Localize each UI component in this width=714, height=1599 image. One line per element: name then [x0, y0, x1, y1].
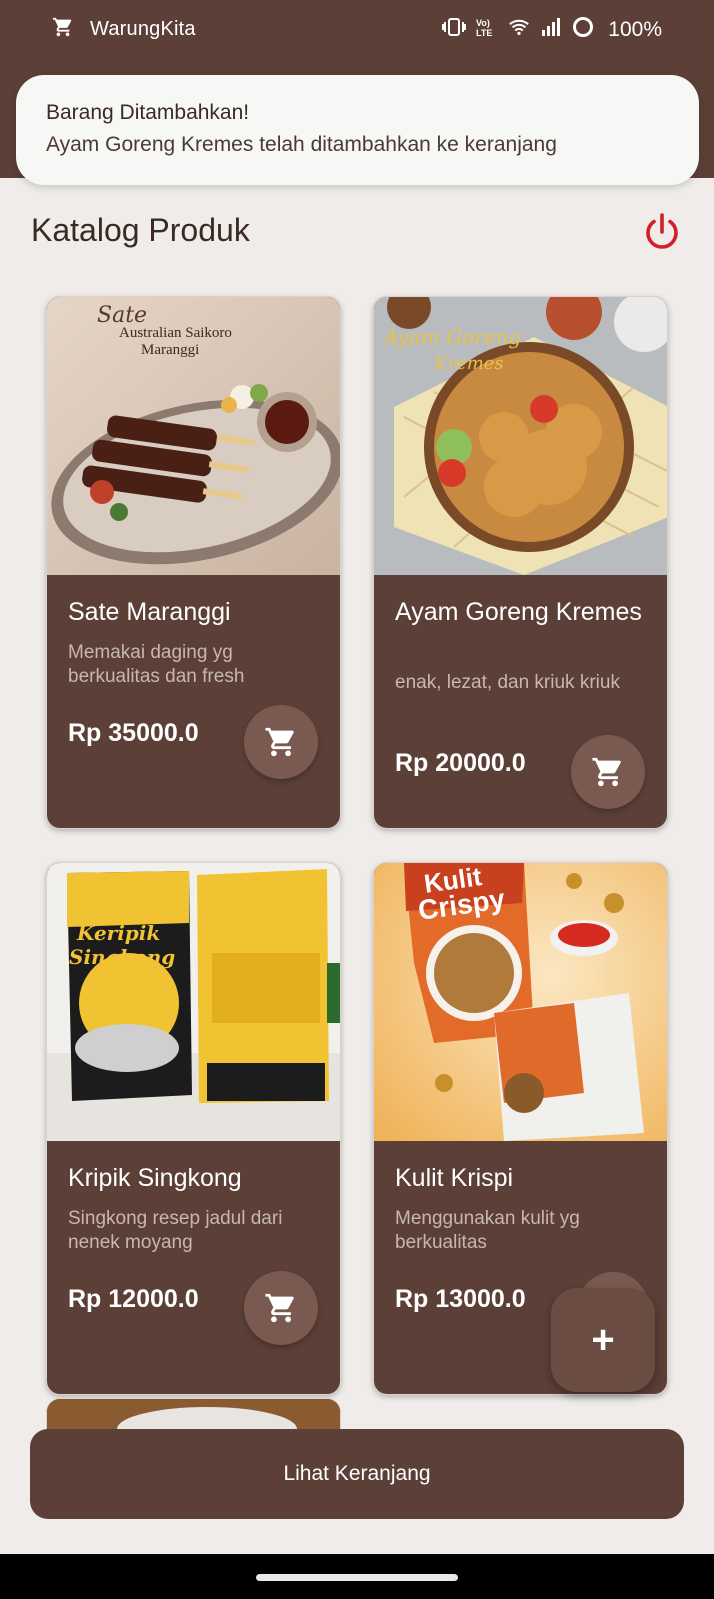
product-card[interactable]: Ayam Goreng Kremes Ayam Goreng Kremes en… — [373, 296, 668, 829]
plus-icon: + — [591, 1317, 615, 1362]
product-card[interactable]: Sate Australian Saikoro Maranggi Sate Ma… — [46, 296, 341, 829]
product-price: Rp 35000.0 — [68, 719, 199, 747]
svg-text:Vo): Vo) — [476, 18, 490, 28]
cart-icon — [592, 757, 621, 787]
add-to-cart-button[interactable] — [244, 1271, 318, 1345]
cart-status-icon — [52, 16, 74, 43]
system-nav-bar — [0, 1554, 714, 1599]
image-caption: Keripik — [77, 921, 161, 945]
logout-button[interactable] — [640, 210, 684, 254]
product-image-kulit: Kulit Crispy — [374, 863, 667, 1141]
status-right: Vo) LTE 100% — [442, 16, 662, 44]
home-gesture-handle[interactable] — [256, 1574, 458, 1581]
product-image-sate: Sate Australian Saikoro Maranggi — [47, 297, 340, 575]
add-to-cart-button[interactable] — [571, 735, 645, 809]
image-caption: Australian Saikoro — [119, 325, 232, 341]
view-cart-label: Lihat Keranjang — [283, 1462, 431, 1485]
wifi-icon — [508, 17, 530, 43]
signal-icon — [540, 17, 562, 43]
image-caption: Singkong — [69, 945, 176, 969]
status-left: WarungKita — [52, 16, 196, 43]
view-cart-button[interactable]: Lihat Keranjang — [30, 1429, 684, 1519]
image-caption: Kremes — [434, 353, 504, 374]
product-description: Memakai daging yg berkualitas dan fresh — [68, 642, 245, 687]
product-name: Ayam Goreng Kremes — [395, 598, 642, 626]
product-description: Menggunakan kulit yg berkualitas — [395, 1208, 580, 1253]
screen: WarungKita Vo) LTE 100% Barang Ditambahka… — [0, 0, 714, 1599]
image-caption: Ayam Goreng — [384, 325, 522, 349]
product-price: Rp 12000.0 — [68, 1285, 199, 1313]
product-image-kripik: Keripik Singkong — [47, 863, 340, 1141]
product-card[interactable]: Keripik Singkong Kripik Singkong Singkon… — [46, 862, 341, 1395]
status-bar: WarungKita Vo) LTE 100% — [0, 0, 714, 60]
page-title: Katalog Produk — [31, 212, 250, 248]
add-product-fab[interactable]: + — [551, 1288, 655, 1392]
product-name: Sate Maranggi — [68, 598, 231, 626]
notification-title: Barang Ditambahkan! — [46, 101, 250, 124]
product-price: Rp 20000.0 — [395, 749, 526, 777]
product-image-ayam: Ayam Goreng Kremes — [374, 297, 667, 575]
cart-icon — [265, 1293, 294, 1323]
power-icon — [646, 213, 678, 249]
volte-icon: Vo) LTE — [476, 17, 498, 43]
add-to-cart-button[interactable] — [244, 705, 318, 779]
product-description: Singkong resep jadul dari nenek moyang — [68, 1208, 283, 1253]
product-name: Kulit Krispi — [395, 1164, 514, 1192]
battery-icon — [572, 16, 594, 44]
image-caption: Maranggi — [141, 342, 200, 358]
product-description: enak, lezat, dan kriuk kriuk — [395, 672, 620, 693]
product-price: Rp 13000.0 — [395, 1285, 526, 1313]
status-app-name: WarungKita — [90, 18, 196, 40]
svg-text:LTE: LTE — [476, 28, 492, 37]
notification-body: Ayam Goreng Kremes telah ditambahkan ke … — [46, 133, 557, 156]
cart-icon — [265, 727, 294, 757]
added-notification[interactable]: Barang Ditambahkan! Ayam Goreng Kremes t… — [16, 75, 699, 185]
battery-percent: 100% — [608, 18, 662, 41]
vibrate-icon — [442, 17, 467, 43]
product-name: Kripik Singkong — [68, 1164, 242, 1192]
